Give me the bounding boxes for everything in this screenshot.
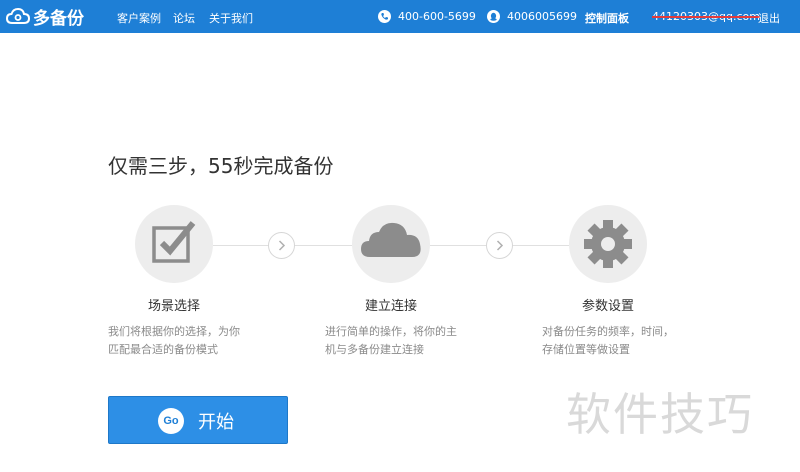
top-navbar: 多备份 客户案例 论坛 关于我们 400-600-5699 4006005699… — [0, 0, 800, 33]
step-connect-title: 建立连接 — [365, 299, 418, 314]
phone-number: 400-600-5699 — [398, 10, 476, 23]
desc-line: 匹配最合适的备份模式 — [108, 343, 218, 356]
start-button[interactable]: Go 开始 — [108, 396, 288, 444]
step-settings-desc: 对备份任务的频率，时间， 存储位置等做设置 — [542, 323, 692, 359]
logo-text: 多备份 — [33, 9, 84, 29]
user-email[interactable]: 44120303@qq.com — [652, 10, 760, 23]
cloud-logo-icon — [6, 7, 30, 24]
gear-icon — [584, 220, 632, 268]
qq-number: 4006005699 — [507, 10, 577, 23]
chevron-right-icon — [278, 240, 286, 251]
control-panel-link[interactable]: 控制面板 — [585, 10, 629, 26]
cloud-icon — [361, 222, 421, 257]
step-settings-circle — [569, 205, 647, 283]
next-arrow — [268, 232, 295, 259]
go-icon: Go — [158, 408, 184, 434]
nav-about[interactable]: 关于我们 — [209, 10, 253, 26]
start-button-label: 开始 — [198, 412, 234, 433]
checkbox-edit-icon — [152, 221, 196, 263]
desc-line: 进行简单的操作，将你的主 — [325, 325, 457, 338]
desc-line: 我们将根据你的选择，为你 — [108, 325, 240, 338]
logo[interactable]: 多备份 — [6, 5, 84, 29]
chevron-right-icon — [496, 240, 504, 251]
desc-line: 机与多备份建立连接 — [325, 343, 424, 356]
nav-forum[interactable]: 论坛 — [173, 10, 195, 26]
step-scene-circle — [135, 205, 213, 283]
desc-line: 存储位置等做设置 — [542, 343, 630, 356]
logout-link[interactable]: 退出 — [758, 10, 780, 26]
step-scene-desc: 我们将根据你的选择，为你 匹配最合适的备份模式 — [108, 323, 258, 359]
step-settings-title: 参数设置 — [582, 299, 635, 314]
desc-line: 对备份任务的频率，时间， — [542, 325, 674, 338]
watermark: 软件技巧 — [566, 388, 755, 441]
qq-icon — [487, 10, 500, 23]
page-title: 仅需三步，55秒完成备份 — [108, 154, 334, 178]
step-scene-title: 场景选择 — [148, 299, 201, 314]
phone-icon — [378, 10, 391, 23]
next-arrow — [486, 232, 513, 259]
nav-cases[interactable]: 客户案例 — [117, 10, 161, 26]
step-connect-circle — [352, 205, 430, 283]
step-connect-desc: 进行简单的操作，将你的主 机与多备份建立连接 — [325, 323, 475, 359]
